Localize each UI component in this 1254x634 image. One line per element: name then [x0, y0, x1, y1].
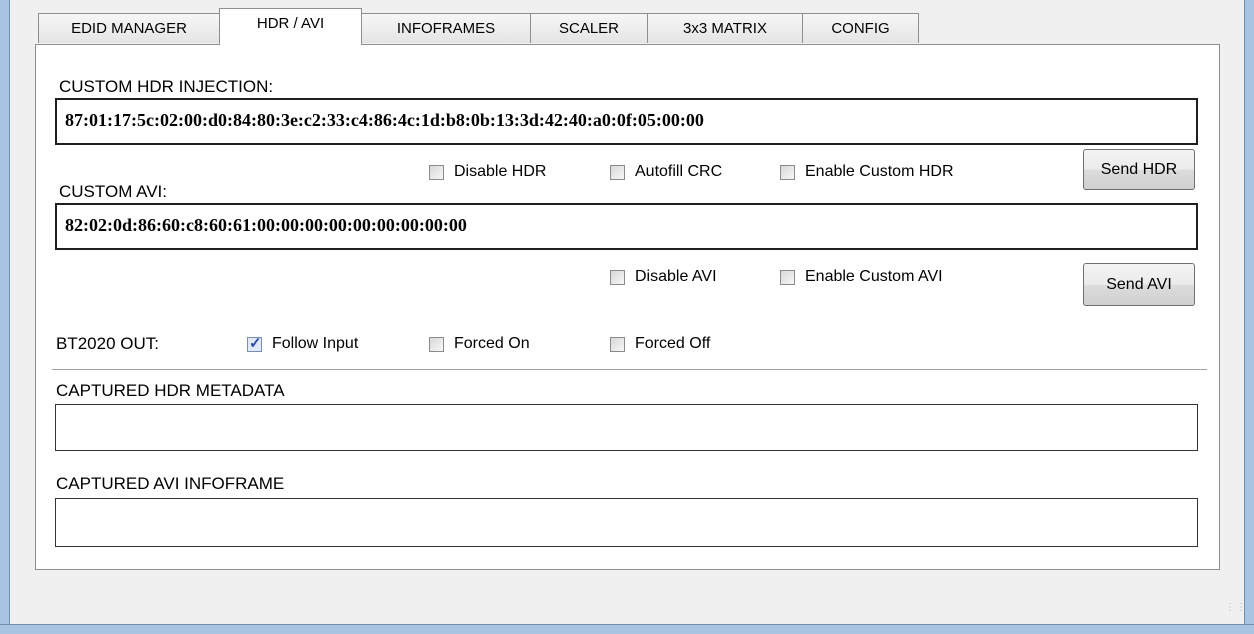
- forced-on-checkbox[interactable]: Forced On: [429, 334, 530, 354]
- send-avi-button[interactable]: Send AVI: [1083, 263, 1195, 306]
- follow-input-label: Follow Input: [272, 335, 359, 352]
- window-bottom-border: [0, 624, 1254, 634]
- tab-scaler[interactable]: SCALER: [530, 13, 648, 43]
- autofill-crc-checkbox-box[interactable]: [610, 164, 625, 180]
- window-left-border: [0, 0, 10, 634]
- disable-hdr-label: Disable HDR: [454, 163, 547, 180]
- autofill-crc-checkbox[interactable]: Autofill CRC: [610, 162, 722, 182]
- forced-on-checkbox-box[interactable]: [429, 336, 444, 352]
- tab-hdr-avi[interactable]: HDR / AVI: [219, 8, 362, 45]
- disable-avi-checkbox-box[interactable]: [610, 269, 625, 285]
- forced-off-checkbox-box[interactable]: [610, 336, 625, 352]
- enable-custom-avi-checkbox-box[interactable]: [780, 269, 795, 285]
- application-window: EDID MANAGER HDR / AVI INFOFRAMES SCALER…: [0, 0, 1254, 634]
- enable-custom-hdr-checkbox[interactable]: Enable Custom HDR: [780, 162, 954, 182]
- bt2020-out-label: BT2020 OUT:: [56, 334, 159, 353]
- custom-hdr-input[interactable]: 87:01:17:5c:02:00:d0:84:80:3e:c2:33:c4:8…: [55, 98, 1198, 145]
- captured-hdr-metadata-field[interactable]: [55, 404, 1198, 451]
- section-divider: [52, 369, 1207, 370]
- enable-custom-hdr-label: Enable Custom HDR: [805, 163, 954, 180]
- tab-edid-manager[interactable]: EDID MANAGER: [38, 13, 220, 43]
- forced-on-label: Forced On: [454, 335, 530, 352]
- enable-custom-avi-label: Enable Custom AVI: [805, 268, 943, 285]
- forced-off-label: Forced Off: [635, 335, 711, 352]
- enable-custom-hdr-checkbox-box[interactable]: [780, 164, 795, 180]
- custom-avi-label: CUSTOM AVI:: [59, 182, 168, 201]
- disable-hdr-checkbox-box[interactable]: [429, 164, 444, 180]
- disable-hdr-checkbox[interactable]: Disable HDR: [429, 162, 546, 182]
- resize-grip-icon[interactable]: ⋮⋮: [1225, 603, 1246, 618]
- follow-input-checkbox-box[interactable]: ✓: [247, 334, 262, 352]
- tab-config[interactable]: CONFIG: [802, 13, 919, 43]
- enable-custom-avi-checkbox[interactable]: Enable Custom AVI: [780, 267, 943, 287]
- custom-hdr-label: CUSTOM HDR INJECTION:: [59, 77, 274, 96]
- captured-avi-infoframe-field[interactable]: [55, 498, 1198, 547]
- window-right-border: [1244, 0, 1254, 634]
- captured-avi-infoframe-label: CAPTURED AVI INFOFRAME: [56, 474, 285, 493]
- check-mark-icon: ✓: [249, 334, 262, 352]
- autofill-crc-label: Autofill CRC: [635, 163, 723, 180]
- captured-hdr-metadata-label: CAPTURED HDR METADATA: [56, 381, 285, 400]
- tab-infoframes[interactable]: INFOFRAMES: [361, 13, 531, 43]
- disable-avi-checkbox[interactable]: Disable AVI: [610, 267, 717, 287]
- custom-avi-input[interactable]: 82:02:0d:86:60:c8:60:61:00:00:00:00:00:0…: [55, 203, 1198, 250]
- disable-avi-label: Disable AVI: [635, 268, 717, 285]
- follow-input-checkbox[interactable]: ✓ Follow Input: [247, 334, 358, 354]
- tab-3x3-matrix[interactable]: 3x3 MATRIX: [647, 13, 803, 43]
- forced-off-checkbox[interactable]: Forced Off: [610, 334, 710, 354]
- send-hdr-button[interactable]: Send HDR: [1083, 149, 1195, 190]
